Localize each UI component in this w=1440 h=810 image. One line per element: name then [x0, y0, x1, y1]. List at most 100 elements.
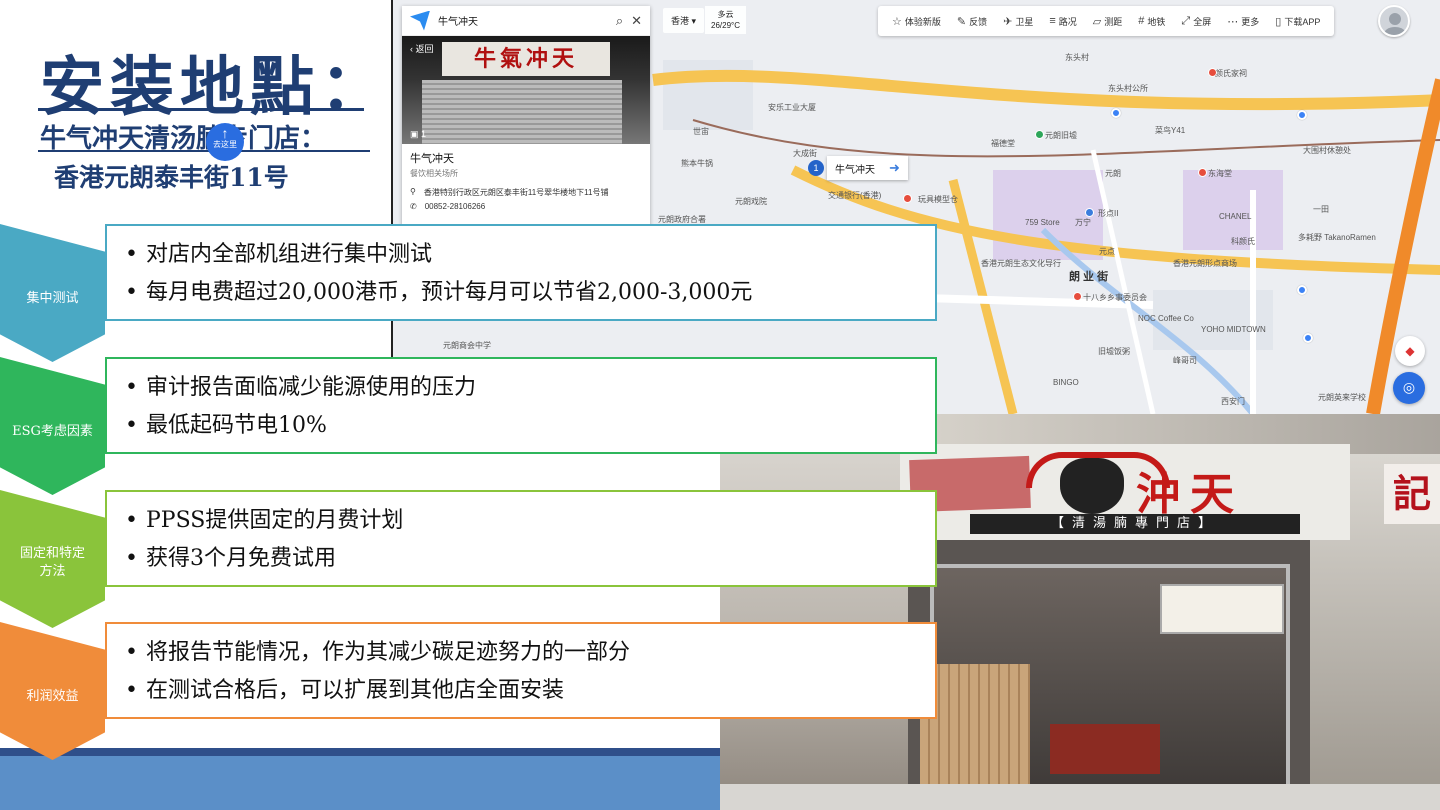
toolbar-label: 路况: [1058, 16, 1077, 27]
traffic-icon: ≡: [1049, 15, 1056, 27]
place-detail-panel: 牛气冲天 ⌕ ✕ 牛氣冲天 ‹ 返回 ▣ 1 牛气冲天 餐饮相关场所 ⚲ 香港特别…: [402, 6, 650, 226]
close-icon[interactable]: ✕: [631, 13, 642, 29]
search-input[interactable]: 牛气冲天: [438, 13, 478, 28]
section-label: 利润效益: [26, 689, 79, 704]
toolbar-label: 体验新版: [904, 16, 941, 27]
subway-icon: #: [1138, 15, 1145, 27]
map-label: 玩具模型仓: [918, 195, 958, 204]
map-search-bar[interactable]: 牛气冲天 ⌕ ✕: [402, 6, 650, 36]
toolbar-label: 更多: [1241, 16, 1260, 27]
bullet-item: 最低起码节电10%: [125, 407, 935, 445]
photo-shutter: [422, 80, 622, 144]
place-phone-row: ✆ 00852-28106266: [402, 200, 650, 213]
map-label: 安乐工业大厦: [768, 103, 816, 112]
map-label: 旧墟饭粥: [1098, 347, 1130, 356]
section-label: ESG考虑因素: [12, 424, 93, 439]
map-label: NOC Coffee Co: [1138, 314, 1194, 323]
search-icon[interactable]: ⌕: [616, 13, 623, 29]
poi-marker[interactable]: [1085, 208, 1094, 217]
photo-count-value: 1: [421, 129, 427, 139]
section-label-line: 方法: [39, 564, 66, 579]
map-logo-icon: [410, 10, 430, 31]
toolbar-item-measure[interactable]: ▱ 测距: [1085, 15, 1130, 28]
toolbar-item-traffic[interactable]: ≡ 路况: [1041, 15, 1084, 28]
map-label: 菜鸟Y41: [1155, 126, 1186, 135]
map-label: 元朗: [1105, 169, 1121, 178]
go-here-button[interactable]: ↑ 去这里: [206, 123, 244, 161]
map-label: 东头村: [1065, 53, 1089, 62]
city-selector[interactable]: 香港 ▾: [663, 8, 705, 33]
toolbar-label: 测距: [1104, 16, 1123, 27]
map-label: 科颜氏: [1231, 237, 1255, 246]
bullet-item: PPSS提供固定的月费计划: [125, 502, 935, 540]
bullet-item: 获得3个月免费试用: [125, 540, 935, 578]
bus-stop-marker[interactable]: [1111, 108, 1121, 118]
footer-band: [0, 756, 720, 810]
toolbar-item-new[interactable]: ☆ 体验新版: [884, 15, 949, 28]
poi-marker[interactable]: [1198, 168, 1207, 177]
location-pin[interactable]: 1: [808, 160, 824, 176]
title-underline: [38, 108, 364, 111]
map-label: 十八乡乡事委员会: [1083, 293, 1147, 302]
poi-marker[interactable]: [903, 194, 912, 203]
satellite-icon: ✈: [1003, 15, 1013, 28]
map-label: 香港元朗形点商场: [1173, 259, 1237, 268]
shop-brand: 沖天: [1136, 469, 1244, 520]
bus-stop-marker[interactable]: [1297, 285, 1307, 295]
go-here-label: 去这里: [213, 140, 237, 149]
back-button[interactable]: ‹ 返回: [410, 42, 434, 55]
poi-marker[interactable]: [1208, 68, 1217, 77]
map-label: 多耗野 TakanoRamen: [1298, 233, 1376, 242]
storefront-photo: 記 沖天 【清湯腩專門店】: [720, 414, 1440, 810]
toolbar-item-more[interactable]: ⋯ 更多: [1219, 15, 1267, 28]
user-avatar[interactable]: [1378, 5, 1410, 37]
poi-marker[interactable]: [1035, 130, 1044, 139]
map-label: 东海堂: [1208, 169, 1232, 178]
map-label: 东头村公所: [1108, 84, 1148, 93]
toolbar-item-satellite[interactable]: ✈ 卫星: [995, 15, 1041, 28]
place-name: 牛气冲天: [410, 153, 454, 165]
section-label: 固定和特定 方法: [0, 545, 105, 581]
map-label: 颜氏家祠: [1215, 69, 1247, 78]
menu-board: [1160, 584, 1284, 634]
locate-me-icon[interactable]: ◎: [1393, 372, 1425, 404]
navigate-arrow-icon[interactable]: ➜: [889, 160, 900, 176]
place-phone: 00852-28106266: [424, 202, 486, 211]
bullet-item: 每月电费超过20,000港币，预计每月可以节省2,000-3,000元: [125, 274, 935, 312]
map-label: 一田: [1313, 205, 1329, 214]
map-label: 元朗英来学校: [1318, 393, 1366, 402]
shop-address: 香港元朗泰丰街11号: [54, 163, 289, 192]
map-label: 福德堂: [991, 139, 1015, 148]
bus-stop-marker[interactable]: [1297, 110, 1307, 120]
map-label: 元点: [1099, 247, 1115, 256]
toolbar-item-subway[interactable]: # 地铁: [1130, 15, 1173, 28]
map-toolbar: ☆ 体验新版 ✎ 反馈 ✈ 卫星 ≡ 路况 ▱ 测距 # 地铁 ⤢ 全屏 ⋯ 更多 ▯ 下载APP: [878, 6, 1335, 36]
toolbar-item-fullscreen[interactable]: ⤢ 全屏: [1173, 15, 1219, 28]
map-label: YOHO MIDTOWN: [1201, 325, 1266, 334]
place-photo[interactable]: 牛氣冲天 ‹ 返回 ▣ 1: [402, 36, 650, 144]
map-label: 峰哥司: [1173, 356, 1197, 365]
subtitle-underline: [38, 150, 370, 152]
section-box-method: PPSS提供固定的月费计划 获得3个月免费试用: [105, 490, 937, 587]
phone-icon: ✆: [410, 202, 417, 211]
compass-icon[interactable]: ◆: [1395, 336, 1425, 366]
fullscreen-icon: ⤢: [1181, 14, 1191, 27]
map-label: 大围村休憩处: [1303, 146, 1351, 155]
photo-sign: 牛氣冲天: [442, 42, 610, 76]
toolbar-label: 全屏: [1193, 16, 1212, 27]
back-label: 返回: [415, 44, 434, 54]
bus-stop-marker[interactable]: [1303, 333, 1313, 343]
toolbar-label: 反馈: [969, 16, 988, 27]
map-label: 大成街: [793, 149, 817, 158]
map-label: 熊本牛锅: [681, 159, 713, 168]
place-callout[interactable]: 牛气冲天 ➜: [827, 156, 908, 180]
map-label: 元朗戏院: [735, 197, 767, 206]
toolbar-label: 下载APP: [1284, 16, 1321, 27]
poi-marker[interactable]: [1073, 292, 1082, 301]
section-label: 集中测试: [26, 291, 79, 306]
toolbar-item-download-app[interactable]: ▯ 下载APP: [1267, 15, 1328, 28]
bullet-item: 审计报告面临减少能源使用的压力: [125, 369, 935, 407]
location-icon: ⚲: [410, 187, 416, 196]
toolbar-item-feedback[interactable]: ✎ 反馈: [949, 15, 995, 28]
page-title: 安装地點：: [40, 50, 390, 125]
